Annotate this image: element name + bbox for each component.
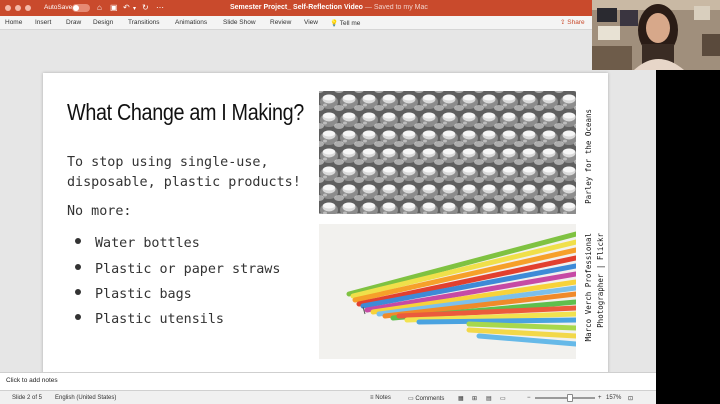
more-options-icon[interactable]: ⋯	[156, 3, 164, 13]
bullet-dot-icon	[75, 314, 81, 320]
bullet-dot-icon	[75, 238, 81, 244]
tab-draw[interactable]: Draw	[66, 19, 81, 26]
slide[interactable]: What Change am I Making? To stop using s…	[43, 73, 608, 390]
close-window-button[interactable]	[5, 5, 11, 11]
autosave-toggle-knob	[73, 5, 79, 11]
comments-toggle-label: Comments	[415, 395, 445, 402]
notes-pane[interactable]: Click to add notes	[0, 372, 656, 390]
language-indicator[interactable]: English (United States)	[55, 395, 116, 401]
ribbon-tabs: Home Insert Draw Design Transitions Anim…	[0, 16, 592, 30]
zoom-level[interactable]: 157%	[606, 395, 621, 401]
title-bar: AutoSave ⌂ ▣ ↶ ▾ ↻ ⋯ Semester Project_ S…	[0, 0, 592, 16]
tell-me-search[interactable]: 💡 Tell me	[330, 19, 360, 27]
document-name: Semester Project_ Self-Reflection Video	[230, 4, 363, 11]
photo-credit-1[interactable]: Parley for the Oceans	[584, 109, 596, 207]
bullet-text: Plastic or paper straws	[95, 262, 281, 277]
straws-photo[interactable]	[319, 224, 576, 359]
water-bottles-photo[interactable]	[319, 91, 576, 214]
undo-icon[interactable]: ↶	[123, 3, 130, 13]
water-bottles-graphic	[319, 91, 576, 214]
no-more-label[interactable]: No more:	[67, 204, 132, 219]
autosave-label: AutoSave	[44, 4, 73, 11]
bullet-dot-icon	[75, 289, 81, 295]
tab-review[interactable]: Review	[270, 19, 291, 26]
tab-design[interactable]: Design	[93, 19, 113, 26]
slide-title[interactable]: What Change am I Making?	[67, 99, 304, 126]
straws-graphic	[319, 224, 576, 359]
slideshow-button[interactable]: ▭	[500, 395, 506, 402]
minimize-window-button[interactable]	[15, 5, 21, 11]
slide-sorter-button[interactable]: ⊞	[472, 395, 477, 402]
bullet-dot-icon	[75, 264, 81, 270]
notes-toggle-label: Notes	[375, 394, 391, 401]
notes-placeholder: Click to add notes	[6, 377, 58, 384]
undo-dropdown-icon[interactable]: ▾	[133, 4, 136, 14]
slide-canvas: What Change am I Making? To stop using s…	[0, 30, 656, 390]
reading-view-button[interactable]: ▤	[486, 395, 492, 402]
status-bar: Slide 2 of 5 English (United States) ≡ N…	[0, 390, 656, 404]
fit-slide-icon[interactable]: ⊡	[628, 395, 633, 402]
tab-slide-show[interactable]: Slide Show	[223, 19, 256, 26]
slide-counter: Slide 2 of 5	[12, 394, 43, 401]
saved-status: — Saved to my Mac	[364, 4, 428, 11]
photo-credit-2-line2: Photographer | Flickr	[596, 233, 605, 328]
save-icon[interactable]: ▣	[110, 3, 118, 13]
share-icon: ⇪	[560, 19, 566, 26]
share-label: Share	[567, 19, 585, 26]
document-title: Semester Project_ Self-Reflection Video …	[230, 4, 428, 11]
home-icon[interactable]: ⌂	[97, 3, 102, 13]
redo-icon[interactable]: ↻	[142, 3, 149, 13]
autosave-toggle[interactable]	[72, 4, 90, 12]
zoom-slider[interactable]	[535, 397, 595, 399]
zoom-out-button[interactable]: −	[527, 395, 531, 401]
photo-credit-1-text: Parley for the Oceans	[584, 109, 593, 204]
lightbulb-icon: 💡	[330, 20, 339, 27]
bullet-item[interactable]: Plastic utensils	[75, 312, 224, 327]
tab-animations[interactable]: Animations	[175, 19, 207, 26]
tab-view[interactable]: View	[304, 19, 318, 26]
share-button[interactable]: ⇪ Share	[560, 18, 585, 26]
tab-home[interactable]: Home	[5, 19, 22, 26]
bullet-text: Plastic bags	[95, 287, 192, 302]
zoom-slider-thumb[interactable]	[567, 394, 573, 402]
bullet-item[interactable]: Water bottles	[75, 236, 200, 251]
comment-icon: ▭	[408, 395, 414, 402]
zoom-window-button[interactable]	[25, 5, 31, 11]
body-text-line-1[interactable]: To stop using single-use,	[67, 155, 269, 170]
photo-credit-2-line1: Marco Verch Professional	[584, 233, 593, 342]
bullet-text: Water bottles	[95, 236, 200, 251]
normal-view-button[interactable]: ▦	[458, 395, 464, 402]
tab-transitions[interactable]: Transitions	[128, 19, 160, 26]
video-letterbox	[656, 70, 720, 404]
bullet-text: Plastic utensils	[95, 312, 224, 327]
bullet-item[interactable]: Plastic or paper straws	[75, 262, 280, 277]
photo-credit-2[interactable]: Marco Verch Professional Photographer | …	[584, 233, 612, 353]
zoom-in-button[interactable]: +	[598, 395, 602, 401]
webcam-video-overlay	[592, 0, 720, 70]
notes-icon: ≡	[370, 394, 374, 401]
tell-me-label: Tell me	[339, 20, 361, 27]
notes-toggle-button[interactable]: ≡ Notes	[370, 395, 391, 401]
comments-toggle-button[interactable]: ▭ Comments	[408, 395, 444, 402]
webcam-feed-graphic	[592, 0, 720, 70]
bullet-item[interactable]: Plastic bags	[75, 287, 192, 302]
tab-insert[interactable]: Insert	[35, 19, 51, 26]
body-text-line-2[interactable]: disposable, plastic products!	[67, 175, 301, 190]
